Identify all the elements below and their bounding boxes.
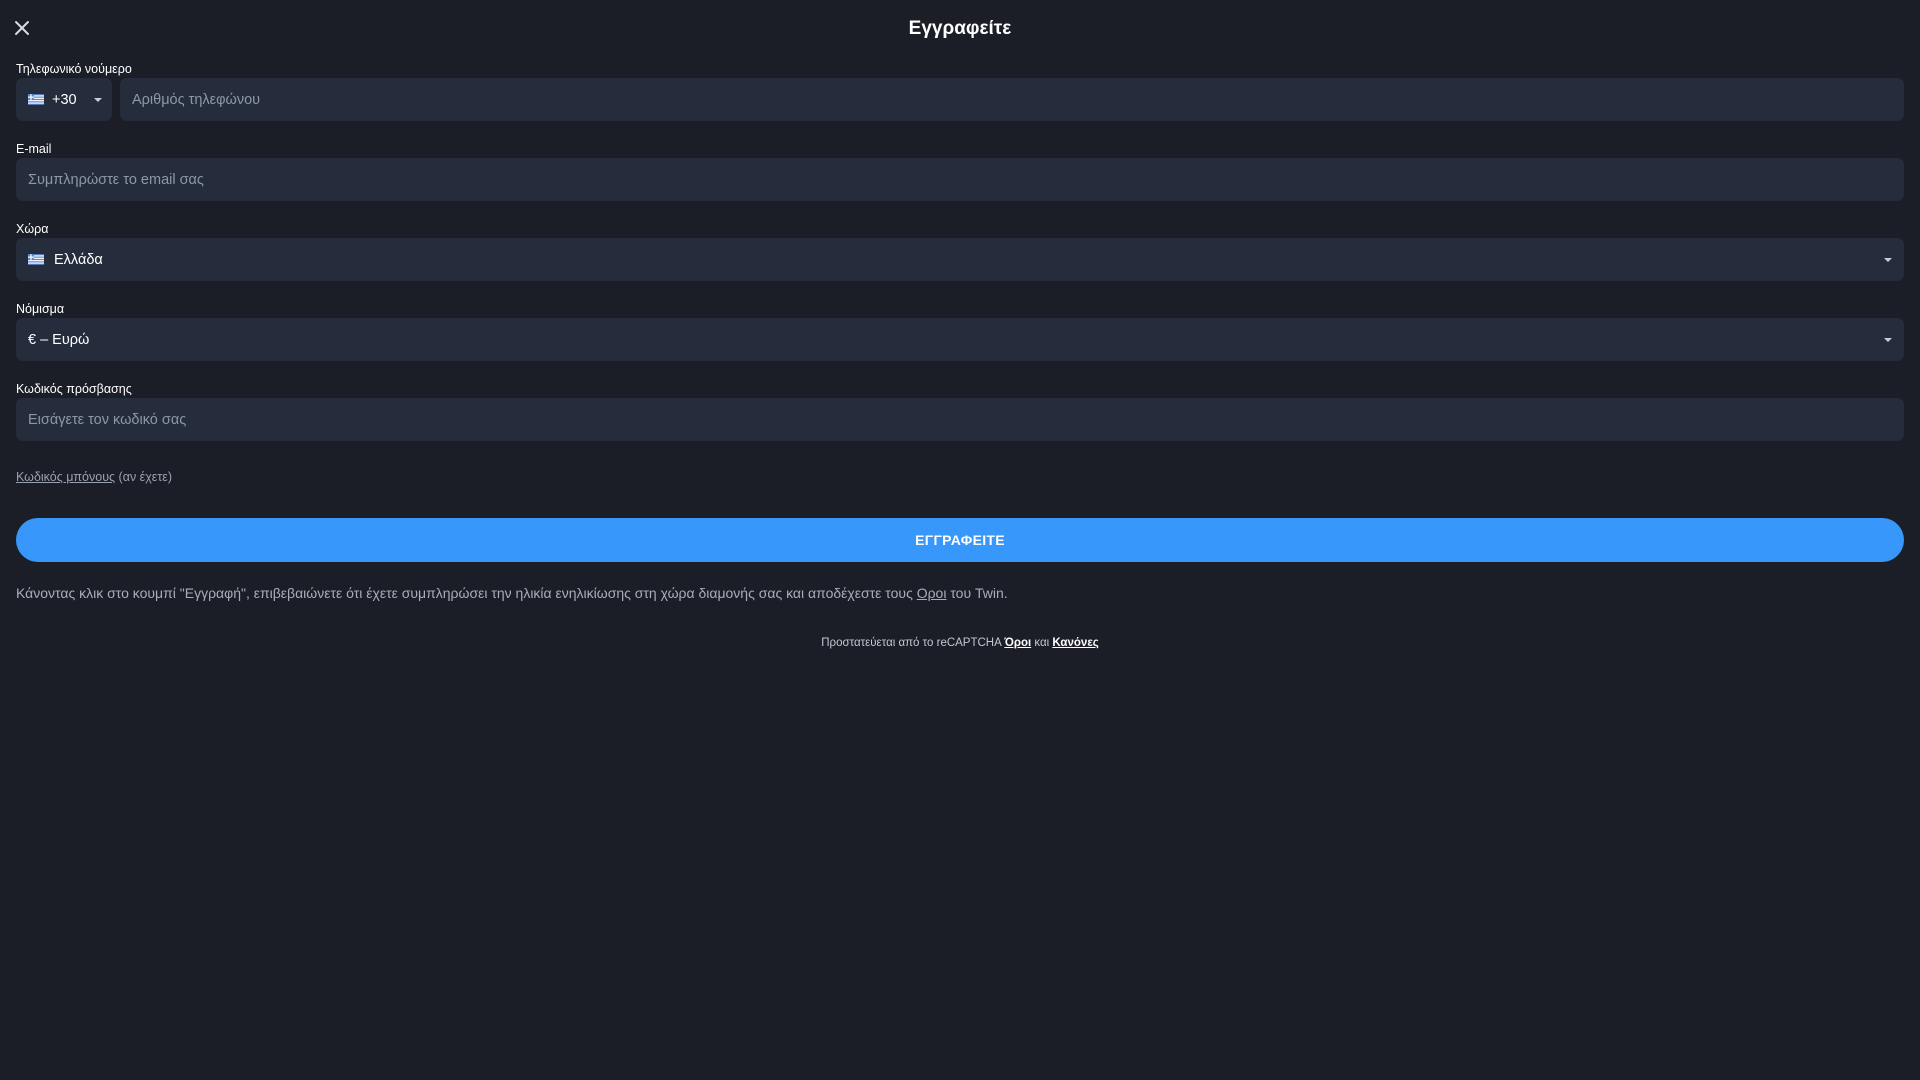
email-label: E-mail xyxy=(16,142,52,156)
email-input[interactable]: Συμπληρώστε το email σας xyxy=(16,158,1904,201)
password-input[interactable]: Εισάγετε τον κωδικό σας xyxy=(16,398,1904,441)
currency-label: Νόμισμα xyxy=(16,302,65,316)
greece-flag-icon xyxy=(28,94,44,105)
currency-group: Νόμισμα € – Ευρώ xyxy=(16,300,1904,361)
bonus-code-link[interactable]: Κωδικός μπόνους xyxy=(16,470,115,484)
country-label: Χώρα xyxy=(16,222,49,236)
greece-flag-icon xyxy=(28,254,44,265)
terms-disclaimer: Κάνοντας κλικ στο κουμπί "Εγγραφή", επιβ… xyxy=(16,585,1904,601)
country-group: Χώρα Ελλάδα xyxy=(16,220,1904,281)
country-code-value: +30 xyxy=(52,91,77,108)
disclaimer-text: Κάνοντας κλικ στο κουμπί "Εγγραφή", επιβ… xyxy=(16,585,917,601)
terms-link[interactable]: Οροι xyxy=(917,585,947,601)
bonus-code-suffix: (αν έχετε) xyxy=(115,470,173,484)
bonus-code-line: Κωδικός μπόνους (αν έχετε) xyxy=(16,470,1904,484)
caret-down-icon xyxy=(1884,257,1892,262)
phone-row: +30 Αριθμός τηλεφώνου xyxy=(16,78,1904,121)
currency-select[interactable]: € – Ευρώ xyxy=(16,318,1904,361)
recaptcha-and: και xyxy=(1031,637,1053,649)
disclaimer-suffix: του Twin. xyxy=(946,585,1008,601)
recaptcha-rules-link[interactable]: Κανόνες xyxy=(1052,637,1098,649)
password-group: Κωδικός πρόσβασης Εισάγετε τον κωδικό σα… xyxy=(16,380,1904,441)
country-select-content: Ελλάδα xyxy=(28,252,103,268)
country-value: Ελλάδα xyxy=(54,251,103,268)
country-select[interactable]: Ελλάδα xyxy=(16,238,1904,281)
recaptcha-notice: Προστατεύεται από το reCAPTCHA Όροι και … xyxy=(16,637,1904,649)
recaptcha-text: Προστατεύεται από το reCAPTCHA xyxy=(821,637,1005,649)
register-button[interactable]: ΕΓΓΡΑΦΕΙΤΕ xyxy=(16,518,1904,562)
recaptcha-terms-link[interactable]: Όροι xyxy=(1004,637,1031,649)
registration-form: Τηλεφωνικό νούμερο +30 Αριθμός τηλεφώνου… xyxy=(16,60,1904,649)
phone-group: Τηλεφωνικό νούμερο +30 Αριθμός τηλεφώνου xyxy=(16,60,1904,121)
country-code-select[interactable]: +30 xyxy=(16,78,112,121)
registration-page: Εγγραφείτε Τηλεφωνικό νούμερο +30 Αριθμό… xyxy=(0,0,1920,1080)
phone-label: Τηλεφωνικό νούμερο xyxy=(16,62,132,76)
caret-down-icon xyxy=(1884,337,1892,342)
caret-down-icon xyxy=(94,97,102,102)
email-group: E-mail Συμπληρώστε το email σας xyxy=(16,140,1904,201)
header: Εγγραφείτε xyxy=(0,0,1920,60)
phone-input[interactable]: Αριθμός τηλεφώνου xyxy=(120,78,1904,121)
currency-value: € – Ευρώ xyxy=(28,331,90,348)
password-label: Κωδικός πρόσβασης xyxy=(16,382,132,396)
page-title: Εγγραφείτε xyxy=(908,18,1012,39)
